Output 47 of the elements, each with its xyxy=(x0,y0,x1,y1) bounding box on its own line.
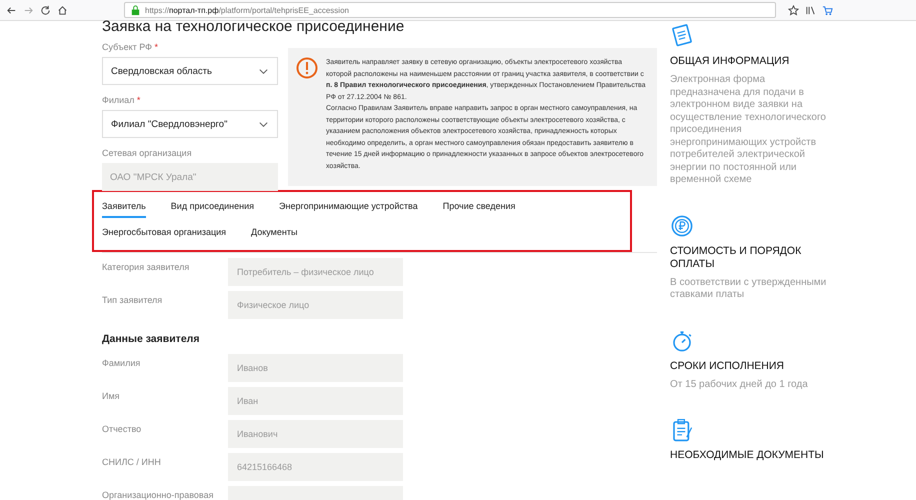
tab[interactable]: Энергопринимающие устройства xyxy=(279,198,418,218)
clipboard-icon xyxy=(670,417,694,443)
section-title: Данные заявителя xyxy=(102,333,200,345)
field-label: Организационно-правовая xyxy=(102,489,214,500)
coin-icon xyxy=(670,212,694,238)
info-text: В соответствии с утвержденными ставками платы xyxy=(670,276,828,302)
select-field[interactable]: Филиал "Свердловэнерго" xyxy=(102,110,278,138)
star-icon[interactable] xyxy=(788,4,799,16)
readonly-field: Потребитель – физическое лицо xyxy=(228,258,403,286)
field-label: Филиал * xyxy=(102,95,142,105)
tab[interactable]: Документы xyxy=(251,224,298,244)
info-title: СТОИМОСТЬ И ПОРЯДОК ОПЛАТЫ xyxy=(670,244,802,270)
library-icon[interactable] xyxy=(805,4,816,16)
field-label: Имя xyxy=(102,390,121,403)
field-label: Отчество xyxy=(102,423,142,436)
select-field[interactable]: Свердловская область xyxy=(102,57,278,85)
document-icon xyxy=(670,23,694,49)
tab[interactable]: Вид присоединения xyxy=(170,198,254,218)
field-label: Субъект РФ * xyxy=(102,42,160,52)
warning-icon xyxy=(296,57,318,79)
lock-icon xyxy=(130,4,141,16)
info-title: СРОКИ ИСПОЛНЕНИЯ xyxy=(670,360,786,372)
home-icon[interactable] xyxy=(57,4,68,16)
field-label: Фамилия xyxy=(102,357,142,370)
readonly-field: Иванов xyxy=(228,354,403,382)
field-label: Категория заявителя xyxy=(102,261,190,274)
tab[interactable]: Энергосбытовая организация xyxy=(102,224,226,244)
field-label: Сетевая организация xyxy=(102,148,193,158)
readonly-field: 64215166468 xyxy=(228,453,403,481)
readonly-field: Физическое лицо xyxy=(228,291,403,319)
readonly-field: Иван xyxy=(228,387,403,415)
info-text: От 15 рабочих дней до 1 года xyxy=(670,378,809,391)
info-title: НЕОБХОДИМЫЕ ДОКУМЕНТЫ xyxy=(670,449,825,462)
back-icon[interactable] xyxy=(6,4,17,16)
url-text: https://портал-тп.рф/platform/portal/tehprisEE_accession xyxy=(145,6,349,14)
page-title: Заявка на технологическое присоединение xyxy=(102,19,406,35)
info-text: Электронная форма предназначена для подачи в электронном виде заявки на осуществление технологического присоединения энергопринимающих устройств потребителей электрической энергии по постоянной или временной схеме xyxy=(670,74,827,186)
reload-icon[interactable] xyxy=(40,4,51,16)
cart-icon[interactable] xyxy=(822,4,833,16)
tab[interactable]: Прочие сведения xyxy=(442,198,516,218)
field-label: Тип заявителя xyxy=(102,294,164,307)
tab[interactable]: Заявитель xyxy=(102,198,146,218)
info-title: ОБЩАЯ ИНФОРМАЦИЯ xyxy=(670,55,790,68)
readonly-field: ОАО "МРСК Урала" xyxy=(102,163,278,191)
field-label: СНИЛС / ИНН xyxy=(102,456,162,469)
readonly-field: Иванович xyxy=(228,420,403,448)
address-bar[interactable]: https://портал-тп.рф/platform/portal/tehprisEE_accession xyxy=(124,2,776,18)
